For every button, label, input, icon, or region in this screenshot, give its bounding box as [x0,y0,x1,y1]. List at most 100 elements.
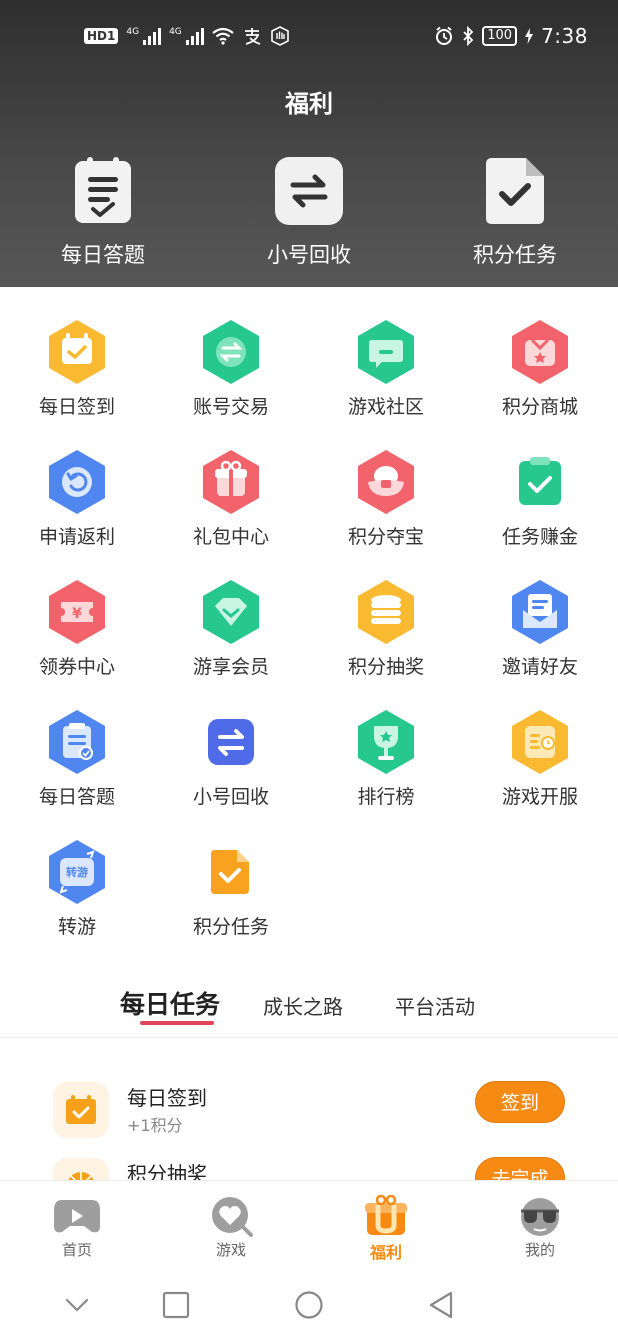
grid-item-leaderboard[interactable]: 排行榜 [309,708,463,809]
grid-item-account-recycle[interactable]: 小号回收 [154,708,308,809]
grid-item-label: 积分任务 [192,916,269,938]
grid-item-points-lottery[interactable]: 积分抽奖 [309,578,463,679]
gift-icon [199,448,263,516]
checkin-button[interactable]: 签到 [475,1081,565,1123]
document-check-icon [199,838,263,906]
grid-item-label: 积分抽奖 [347,656,424,678]
wifi-icon [212,27,234,45]
nav-mine[interactable]: 我的 [490,1195,590,1260]
grid-item-transfer-game[interactable]: 转游 转游 [0,838,154,939]
hd-badge: HD1 [84,28,119,44]
bottom-nav: 首页 游戏 福利 我的 [0,1180,618,1269]
alipay-icon [244,28,261,45]
grid-item-label: 积分夺宝 [347,526,424,548]
tab-daily-tasks[interactable]: 每日任务 [120,985,220,1021]
grid-item-account-trade[interactable]: 账号交易 [154,318,308,419]
tab-growth-path[interactable]: 成长之路 [263,991,343,1020]
home-circle-icon[interactable] [289,1288,329,1322]
signal-icon: 4G [126,27,162,45]
shop-bag-icon [508,318,572,386]
exchange-icon [275,157,343,225]
grid-item-task-earn[interactable]: 任务赚金 [463,448,617,549]
clock: 7:38 [541,24,588,48]
document-check-icon [481,157,549,225]
grid-item-label: 邀请好友 [501,656,578,678]
grid-item-daily-checkin[interactable]: 每日签到 [0,318,154,419]
gamepad-icon [52,1195,102,1237]
grid-item-label: 账号交易 [192,396,269,418]
nav-label: 首页 [61,1241,92,1259]
battery-indicator: 100 [482,26,518,46]
charging-icon [525,28,534,44]
refresh-icon [45,448,109,516]
sunglasses-face-icon [515,1195,565,1237]
grid-item-gift-center[interactable]: 礼包中心 [154,448,308,549]
gift-box-icon [361,1195,411,1237]
grid-item-label: 排行榜 [357,786,415,808]
system-nav-bar [0,1268,618,1340]
nav-label: 福利 [369,1243,402,1262]
task-reward: +1积分 [127,1116,183,1135]
coupon-icon: ¥ [45,578,109,646]
quick-action-label: 每日答题 [61,243,145,267]
go-complete-button[interactable]: 去完成 [475,1157,565,1180]
grid-item-points-treasure[interactable]: 积分夺宝 [309,448,463,549]
grid-item-apply-rebate[interactable]: 申请返利 [0,448,154,549]
grid-item-label: 转游 [57,916,96,938]
status-right: 100 7:38 [434,24,588,48]
grid-item-invite-friends[interactable]: 邀请好友 [463,578,617,679]
transfer-game-icon: 转游 [45,838,109,906]
grid-item-label: 领券中心 [38,656,115,678]
back-triangle-icon[interactable] [421,1288,461,1322]
clipboard-check-icon [508,448,572,516]
grid-item-coupon-center[interactable]: ¥ 领券中心 [0,578,154,679]
answer-doc-icon [45,708,109,776]
transfer-badge-text: 转游 [66,866,88,879]
chevron-down-icon[interactable] [57,1288,97,1322]
quick-action-account-recycle[interactable]: 小号回收 [239,157,379,269]
nav-games[interactable]: 游戏 [181,1195,281,1260]
quick-action-label: 积分任务 [473,243,557,267]
grid-item-game-server-open[interactable]: 游戏开服 [463,708,617,809]
grid-item-points-task[interactable]: 积分任务 [154,838,308,939]
grid-item-points-mall[interactable]: 积分商城 [463,318,617,419]
grid-item-label: 游戏社区 [347,396,424,418]
diamond-icon [199,578,263,646]
status-bar: HD1 4G 4G 100 7:38 [0,24,618,54]
recent-apps-icon[interactable] [156,1288,196,1322]
trophy-icon [354,708,418,776]
coin-stack-icon [354,578,418,646]
task-name: 积分抽奖 [127,1162,207,1180]
lottery-icon [53,1158,109,1180]
grid-item-vip-member[interactable]: 游享会员 [154,578,308,679]
grid-item-label: 游享会员 [192,656,269,678]
page-title: 福利 [285,90,333,118]
quick-action-points-task[interactable]: 积分任务 [445,157,585,269]
nav-home[interactable]: 首页 [27,1195,127,1260]
bluetooth-icon [463,26,474,46]
nav-welfare[interactable]: 福利 [336,1195,436,1263]
task-tabs: 每日任务 成长之路 平台活动 [0,985,618,1038]
grid-item-label: 任务赚金 [501,526,578,548]
heart-search-icon [206,1195,256,1237]
quick-action-daily-quiz[interactable]: 每日答题 [33,157,173,269]
grid-item-label: 每日签到 [38,396,115,418]
nav-label: 我的 [524,1241,555,1259]
server-open-icon [508,708,572,776]
quick-action-label: 小号回收 [267,243,351,267]
grid-item-label: 每日答题 [38,786,115,808]
exchange-icon [199,708,263,776]
grid-item-game-community[interactable]: 游戏社区 [309,318,463,419]
header: HD1 4G 4G 100 7:38 福利 每日答题 小号回收 积分任务 [0,0,618,287]
chat-bubble-icon [354,318,418,386]
answer-list-icon [69,157,137,225]
grid-item-label: 小号回收 [192,786,269,808]
status-left: HD1 4G 4G [84,26,290,46]
svg-text:¥: ¥ [72,606,82,622]
invite-mail-icon [508,578,572,646]
grid-item-label: 礼包中心 [192,526,269,548]
tab-platform-activity[interactable]: 平台活动 [395,991,475,1020]
calendar-check-icon [45,318,109,386]
hand-icon [270,26,289,46]
grid-item-daily-quiz[interactable]: 每日答题 [0,708,154,809]
